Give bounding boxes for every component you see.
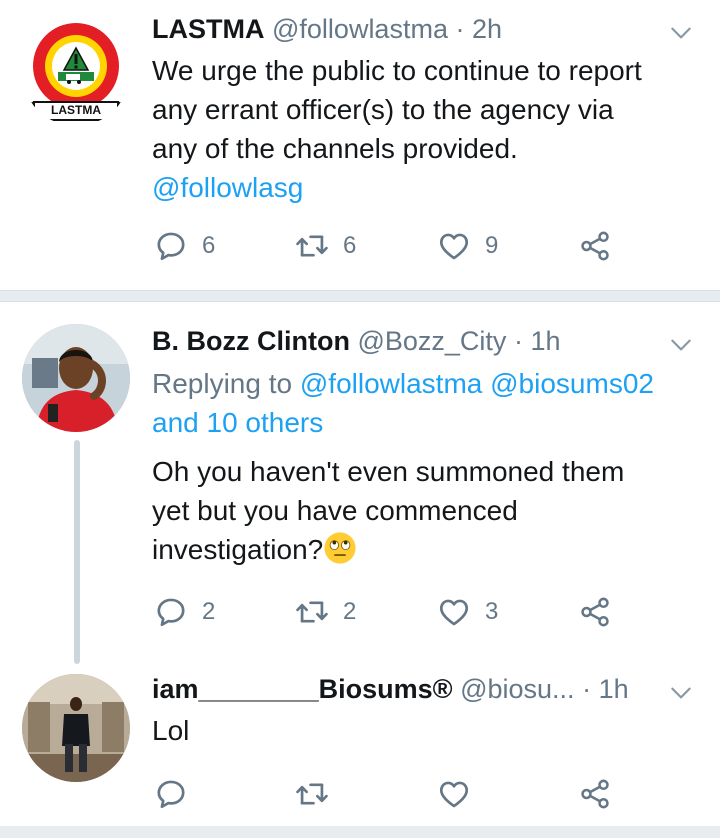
replying-to: Replying to @followlastma @biosums02 and… — [152, 364, 712, 442]
share-icon — [578, 595, 612, 629]
tweet-actions — [152, 774, 632, 814]
retweet-icon — [295, 777, 329, 811]
like-button[interactable]: 3 — [437, 592, 498, 632]
tweet-text: Oh you haven't even summoned them yet bu… — [152, 452, 697, 569]
separator-dot: · — [455, 14, 465, 44]
display-name[interactable]: LASTMA — [152, 14, 264, 44]
tweet-header: iam________Biosums® @biosu... · 1h — [152, 672, 629, 706]
timestamp[interactable]: 1h — [599, 674, 629, 704]
user-handle[interactable]: @Bozz_City — [357, 326, 506, 356]
profile-photo — [22, 674, 130, 782]
user-handle[interactable]: @biosu... — [460, 674, 574, 704]
retweet-count: 6 — [343, 232, 357, 259]
like-button[interactable]: 9 — [437, 226, 498, 266]
like-count: 3 — [485, 598, 499, 625]
avatar[interactable] — [22, 674, 130, 782]
avatar[interactable]: LASTMA — [22, 18, 130, 126]
separator-dot: · — [582, 674, 592, 704]
tweet-text: Lol — [152, 711, 697, 750]
retweet-icon — [295, 229, 329, 263]
share-button[interactable] — [578, 226, 612, 266]
retweet-button[interactable]: 6 — [295, 226, 356, 266]
tweet-text-line: We urge the public to continue to report — [152, 55, 642, 86]
tweet-text-line: yet but you have commenced — [152, 495, 518, 526]
reply-count: 2 — [202, 598, 216, 625]
share-button[interactable] — [578, 592, 612, 632]
retweet-count: 2 — [343, 598, 357, 625]
share-button[interactable] — [578, 774, 612, 814]
reply-count: 6 — [202, 232, 216, 259]
display-name[interactable]: iam________Biosums® — [152, 674, 453, 704]
like-button[interactable] — [437, 774, 471, 814]
mention-link[interactable]: @followlasg — [152, 168, 697, 207]
avatar-logo-text: LASTMA — [51, 103, 101, 117]
thread-connector — [74, 440, 80, 664]
tweet-text-line: investigation?🙄 — [152, 530, 697, 569]
reply-button[interactable]: 6 — [154, 226, 215, 266]
reply-button[interactable] — [154, 774, 188, 814]
tweet-text-line: Lol — [152, 715, 190, 746]
chevron-down-icon[interactable] — [668, 332, 694, 358]
chevron-down-icon[interactable] — [668, 20, 694, 46]
tweet-biosums[interactable]: iam________Biosums® @biosu... · 1h Lol — [0, 662, 720, 826]
chevron-down-icon[interactable] — [668, 680, 694, 706]
tweet-divider — [0, 290, 720, 302]
heart-icon — [437, 229, 471, 263]
tweet-header: LASTMA @followlastma · 2h — [152, 12, 502, 46]
reply-button[interactable]: 2 — [154, 592, 215, 632]
display-name[interactable]: B. Bozz Clinton — [152, 326, 350, 356]
user-handle[interactable]: @followlastma — [272, 14, 448, 44]
separator-dot: · — [513, 326, 523, 356]
timestamp[interactable]: 2h — [472, 14, 502, 44]
tweet-text-line: Oh you haven't even summoned them — [152, 456, 625, 487]
tweet-lastma[interactable]: LASTMA LASTMA @followlastma · 2h We urge… — [0, 0, 720, 290]
tweet-text-line: any of the channels provided. — [152, 133, 518, 164]
retweet-button[interactable] — [295, 774, 329, 814]
replying-users-link[interactable]: @followlastma @biosums02 — [300, 368, 654, 399]
tweet-divider — [0, 826, 720, 838]
timestamp[interactable]: 1h — [530, 326, 560, 356]
tweet-actions: 2 2 3 — [152, 592, 632, 632]
tweet-bozz[interactable]: B. Bozz Clinton @Bozz_City · 1h Replying… — [0, 302, 720, 664]
tweet-actions: 6 6 9 — [152, 226, 632, 266]
like-count: 9 — [485, 232, 499, 259]
tweet-header: B. Bozz Clinton @Bozz_City · 1h — [152, 324, 561, 358]
eye-roll-emoji-icon — [324, 532, 356, 564]
heart-icon — [437, 595, 471, 629]
share-icon — [578, 229, 612, 263]
heart-icon — [437, 777, 471, 811]
avatar[interactable] — [22, 324, 130, 432]
replying-others-link[interactable]: and 10 others — [152, 403, 712, 442]
share-icon — [578, 777, 612, 811]
retweet-icon — [295, 595, 329, 629]
reply-icon — [154, 595, 188, 629]
replying-prefix: Replying to — [152, 368, 293, 399]
retweet-button[interactable]: 2 — [295, 592, 356, 632]
reply-icon — [154, 229, 188, 263]
reply-icon — [154, 777, 188, 811]
profile-photo — [22, 324, 130, 432]
tweet-text-line: any errant officer(s) to the agency via — [152, 94, 614, 125]
tweet-text: We urge the public to continue to report… — [152, 51, 697, 207]
